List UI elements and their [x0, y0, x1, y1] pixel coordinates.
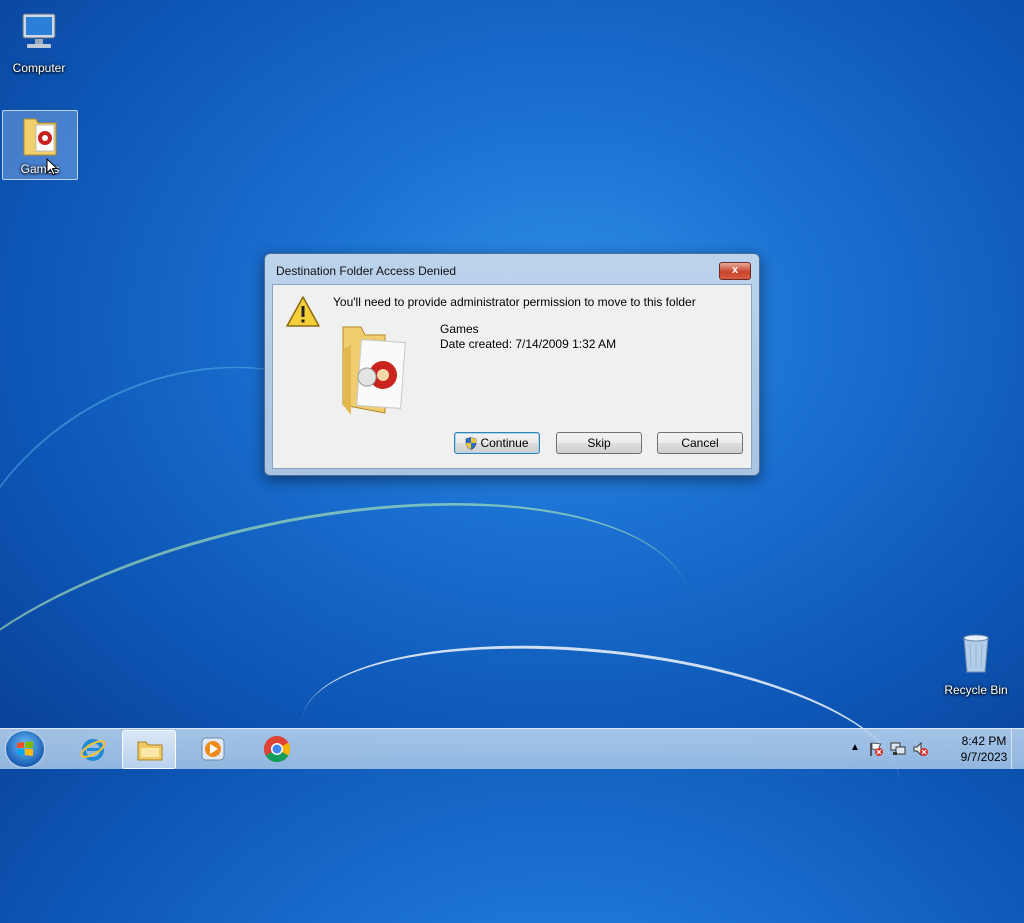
games-folder-icon: [342, 326, 406, 415]
mouse-cursor-icon: [46, 158, 58, 176]
cancel-button[interactable]: Cancel: [657, 432, 743, 454]
item-date-created: Date created: 7/14/2009 1:32 AM: [440, 337, 617, 351]
skip-label: Skip: [587, 436, 611, 450]
internet-explorer-icon: [80, 739, 106, 761]
access-denied-dialog: Destination Folder Access Denied x You'l…: [264, 253, 760, 476]
close-button[interactable]: x: [719, 262, 751, 280]
volume-muted-icon[interactable]: [912, 741, 928, 757]
start-button[interactable]: [6, 731, 44, 767]
item-name: Games: [440, 322, 479, 336]
network-icon[interactable]: [890, 741, 906, 757]
games-folder-icon: [23, 118, 57, 156]
desktop-icon-recycle-bin[interactable]: Recycle Bin: [940, 630, 1012, 697]
close-icon: x: [731, 264, 739, 276]
dialog-body: You'll need to provide administrator per…: [272, 284, 752, 469]
clock-time: 8:42 PM: [961, 734, 1007, 748]
chrome-icon: [263, 735, 291, 763]
continue-label: Continue: [480, 436, 529, 450]
warning-triangle-icon: [286, 296, 320, 327]
taskbar-windows-explorer[interactable]: [122, 730, 176, 769]
system-tray: ▲ 8:42 PM 9/7/2023: [834, 729, 1024, 769]
taskbar-google-chrome[interactable]: [250, 730, 302, 767]
taskbar-media-player[interactable]: [186, 730, 238, 767]
taskbar-internet-explorer[interactable]: [66, 730, 118, 767]
dialog-title: Destination Folder Access Denied: [276, 264, 457, 278]
uac-shield-icon: [466, 436, 477, 450]
computer-icon: [22, 13, 56, 48]
desktop-icon-label: Recycle Bin: [944, 683, 1008, 697]
windows-logo-icon: [17, 741, 33, 756]
action-center-flag-icon[interactable]: [868, 741, 884, 757]
show-desktop-button[interactable]: [1011, 729, 1024, 769]
media-player-icon: [201, 737, 225, 761]
continue-button[interactable]: Continue: [454, 432, 540, 454]
clock-date: 9/7/2023: [960, 750, 1008, 764]
cancel-label: Cancel: [681, 436, 719, 450]
dialog-message: You'll need to provide administrator per…: [333, 295, 696, 309]
skip-button[interactable]: Skip: [556, 432, 642, 454]
desktop-icon-games[interactable]: Games: [2, 110, 78, 180]
clock[interactable]: 8:42 PM 9/7/2023: [952, 733, 1016, 765]
wallpaper-swoosh: [0, 440, 725, 923]
desktop-icon-label: Computer: [12, 61, 66, 75]
dialog-titlebar[interactable]: Destination Folder Access Denied x: [265, 254, 759, 284]
taskbar: ▲ 8:42 PM 9/7/2023: [0, 728, 1024, 769]
desktop-icon-computer[interactable]: Computer: [8, 8, 70, 75]
recycle-bin-icon: [963, 634, 989, 673]
folder-icon: [137, 741, 163, 761]
desktop-icon-label: Games: [20, 162, 60, 176]
show-hidden-icons-button[interactable]: ▲: [850, 742, 860, 753]
